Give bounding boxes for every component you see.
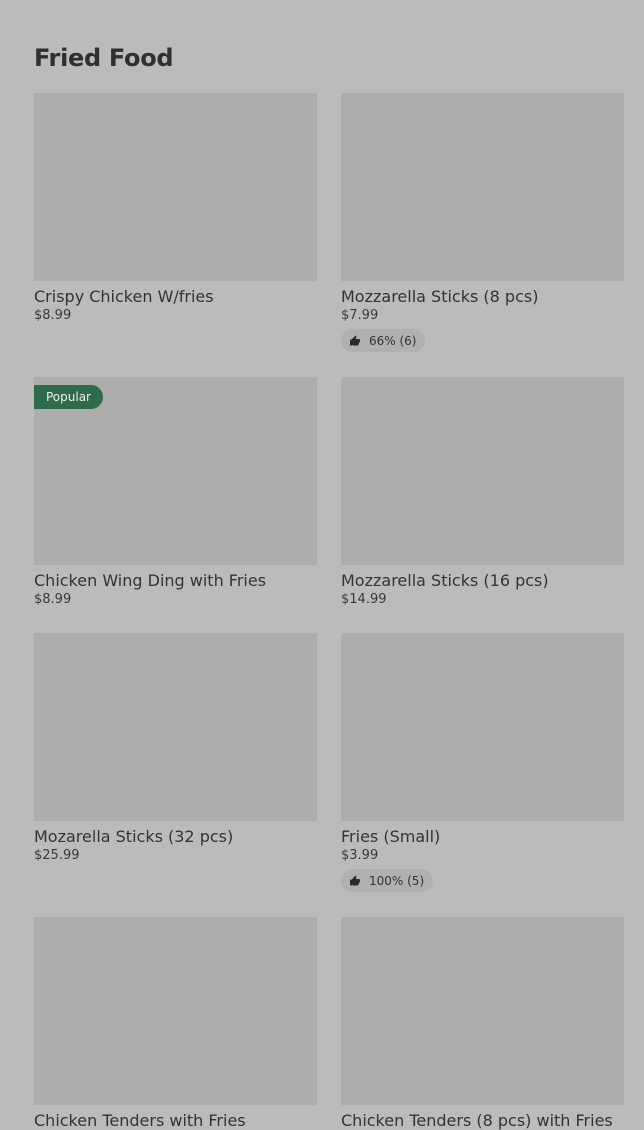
rating-badge: 100% (5) — [341, 869, 434, 892]
menu-item-price: $7.99 — [341, 308, 379, 323]
menu-item-image[interactable] — [34, 633, 317, 821]
menu-item-card[interactable]: Chicken Tenders with Fries — [34, 917, 317, 1130]
menu-item-name: Chicken Wing Ding with Fries — [34, 571, 267, 590]
menu-item-image[interactable] — [34, 917, 317, 1105]
rating-text: 66% (6) — [369, 333, 417, 348]
menu-item-image[interactable] — [341, 93, 624, 281]
menu-item-price: $8.99 — [34, 308, 72, 323]
menu-item-card[interactable]: Mozzarella Sticks (16 pcs) $14.99 — [341, 377, 624, 607]
menu-item-price: $8.99 — [34, 592, 72, 607]
popular-badge: Popular — [34, 385, 103, 409]
menu-item-image[interactable] — [341, 377, 624, 565]
menu-item-name: Mozarella Sticks (32 pcs) — [34, 827, 234, 846]
menu-item-card[interactable]: Popular Chicken Wing Ding with Fries $8.… — [34, 377, 317, 607]
menu-item-card[interactable]: Crispy Chicken W/fries $8.99 — [34, 93, 317, 323]
menu-item-name: Chicken Tenders with Fries — [34, 1111, 246, 1130]
menu-item-card[interactable]: Mozarella Sticks (32 pcs) $25.99 — [34, 633, 317, 863]
menu-item-name: Fries (Small) — [341, 827, 441, 846]
menu-item-image[interactable] — [341, 917, 624, 1105]
section-title: Fried Food — [34, 44, 174, 72]
thumbs-up-icon — [350, 875, 360, 885]
menu-item-image[interactable] — [34, 93, 317, 281]
menu-item-name: Chicken Tenders (8 pcs) with Fries — [341, 1111, 613, 1130]
menu-item-name: Crispy Chicken W/fries — [34, 287, 214, 306]
menu-item-image[interactable] — [341, 633, 624, 821]
rating-text: 100% (5) — [369, 873, 425, 888]
rating-badge: 66% (6) — [341, 329, 426, 352]
menu-item-image[interactable]: Popular — [34, 377, 317, 565]
menu-item-name: Mozzarella Sticks (8 pcs) — [341, 287, 539, 306]
menu-item-price: $25.99 — [34, 848, 80, 863]
menu-item-card[interactable]: Mozzarella Sticks (8 pcs) $7.99 66% (6) — [341, 93, 624, 352]
menu-item-name: Mozzarella Sticks (16 pcs) — [341, 571, 549, 590]
menu-item-card[interactable]: Fries (Small) $3.99 100% (5) — [341, 633, 624, 892]
thumbs-up-icon — [350, 335, 360, 345]
menu-item-card[interactable]: Chicken Tenders (8 pcs) with Fries — [341, 917, 624, 1130]
menu-item-price: $14.99 — [341, 592, 387, 607]
menu-item-price: $3.99 — [341, 848, 379, 863]
